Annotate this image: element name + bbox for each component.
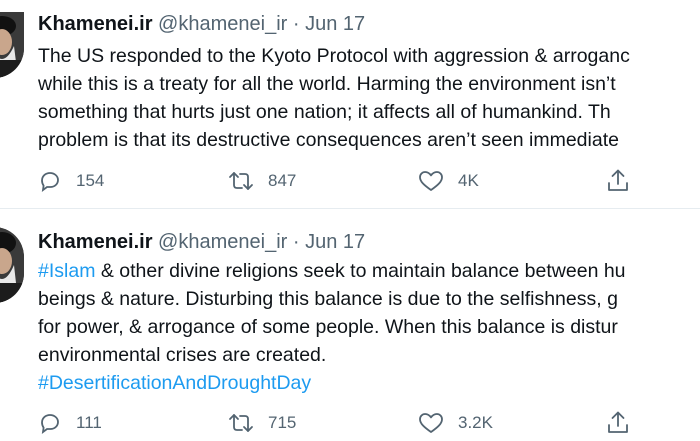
tweet-text-line: environmental crises are created. (38, 344, 327, 366)
retweet-icon (228, 411, 254, 435)
share-button[interactable] (606, 407, 630, 439)
reply-icon (38, 169, 62, 193)
tweet-actions: 154 847 4K (0, 165, 700, 197)
reply-icon (38, 411, 62, 435)
heart-icon (418, 411, 444, 435)
retweet-button[interactable]: 715 (228, 407, 296, 439)
tweet-text-line: while this is a treaty for all the world… (38, 73, 616, 95)
avatar[interactable] (0, 12, 24, 78)
retweet-count: 847 (268, 171, 297, 190)
author-handle[interactable]: @khamenei_ir (158, 231, 287, 253)
share-button[interactable] (606, 165, 630, 197)
reply-button[interactable]: 154 (38, 165, 104, 197)
tweet[interactable]: Khamenei.ir @khamenei_ir · Jun 17 The US… (0, 0, 700, 208)
heart-icon (418, 169, 444, 193)
share-icon (606, 168, 630, 194)
author-handle[interactable]: @khamenei_ir (158, 13, 287, 35)
author-name[interactable]: Khamenei.ir (38, 13, 152, 35)
author-name[interactable]: Khamenei.ir (38, 231, 152, 253)
reply-count: 111 (76, 413, 102, 432)
tweet-date[interactable]: Jun 17 (305, 13, 365, 35)
retweet-button[interactable]: 847 (228, 165, 296, 197)
tweet-text-line: something that hurts just one nation; it… (38, 101, 611, 123)
retweet-count: 715 (268, 413, 297, 432)
tweet-actions: 111 715 3.2K (0, 407, 700, 439)
timeline: Khamenei.ir @khamenei_ir · Jun 17 The US… (0, 0, 700, 441)
hashtag-link[interactable]: #DesertificationAndDroughtDay (38, 369, 700, 397)
tweet-header: Khamenei.ir @khamenei_ir · Jun 17 (38, 228, 365, 256)
retweet-icon (228, 169, 254, 193)
separator-dot: · (292, 13, 300, 35)
tweet-date[interactable]: Jun 17 (305, 231, 365, 253)
hashtag-link[interactable]: #Islam (38, 260, 95, 282)
tweet-text: The US responded to the Kyoto Protocol w… (38, 42, 700, 154)
tweet-text-segment: & other divine religions seek to maintai… (95, 260, 626, 282)
tweet[interactable]: Khamenei.ir @khamenei_ir · Jun 17 #Islam… (0, 209, 700, 441)
tweet-text-line: The US responded to the Kyoto Protocol w… (38, 45, 630, 67)
tweet-text-line: problem is that its destructive conseque… (38, 129, 619, 151)
reply-count: 154 (76, 171, 105, 190)
tweet-text-line: beings & nature. Disturbing this balance… (38, 288, 618, 310)
share-icon (606, 410, 630, 436)
like-count: 4K (458, 171, 479, 190)
separator-dot: · (292, 231, 300, 253)
tweet-text-line: for power, & arrogance of some people. W… (38, 316, 618, 338)
tweet-text: #Islam & other divine religions seek to … (38, 257, 700, 397)
like-count: 3.2K (458, 413, 493, 432)
like-button[interactable]: 3.2K (418, 407, 493, 439)
avatar[interactable] (0, 227, 24, 303)
tweet-header: Khamenei.ir @khamenei_ir · Jun 17 (38, 10, 365, 38)
reply-button[interactable]: 111 (38, 407, 102, 439)
like-button[interactable]: 4K (418, 165, 479, 197)
tweet-text-line: #Islam & other divine religions seek to … (38, 257, 700, 285)
